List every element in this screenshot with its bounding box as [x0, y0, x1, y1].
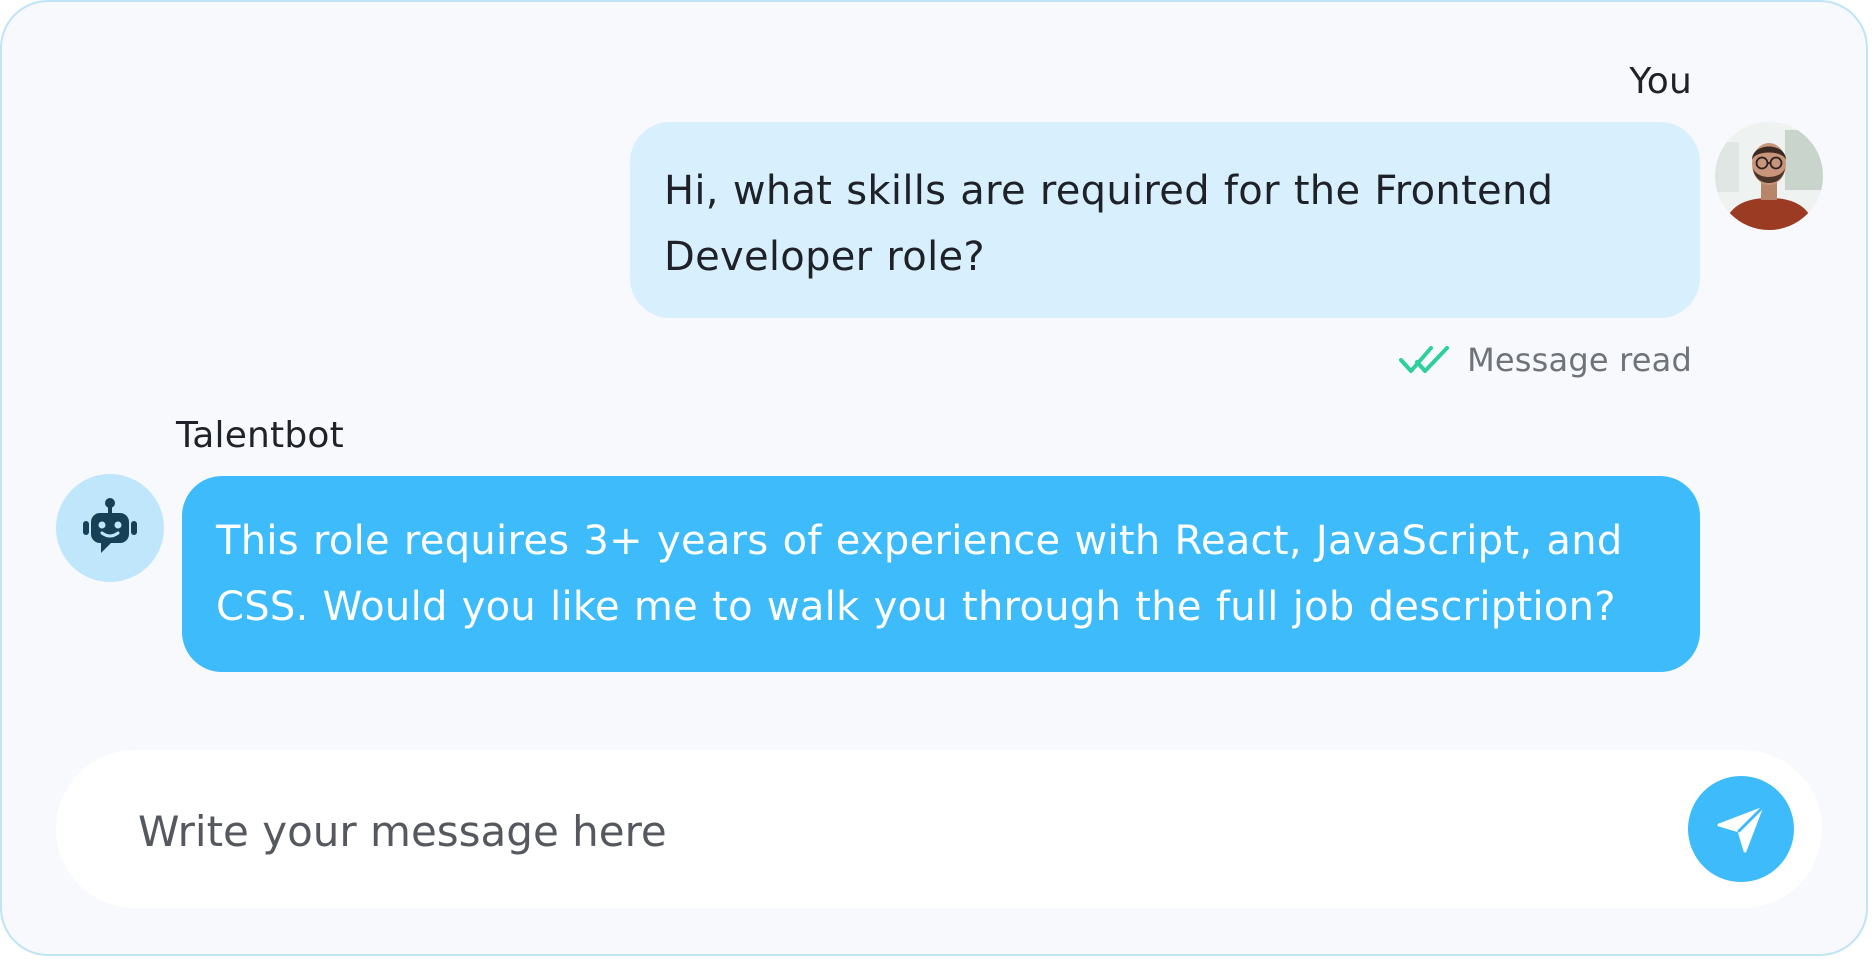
message-input[interactable]	[136, 790, 1640, 872]
bot-message-bubble: This role requires 3+ years of experienc…	[182, 476, 1700, 672]
message-composer	[56, 750, 1822, 908]
user-avatar[interactable]	[1715, 122, 1823, 230]
user-message-bubble: Hi, what skills are required for the Fro…	[630, 122, 1700, 318]
double-check-icon	[1399, 344, 1451, 376]
send-button[interactable]	[1688, 776, 1794, 882]
send-icon	[1713, 801, 1769, 857]
message-read-status: Message read	[1467, 341, 1692, 379]
bot-avatar	[56, 474, 164, 582]
message-sender-name: You	[1629, 61, 1692, 102]
robot-icon	[79, 497, 141, 559]
message-sender-name: Talentbot	[176, 415, 344, 456]
read-receipt: Message read	[1399, 336, 1692, 384]
chat-window: You Hi, what skills are required for the…	[0, 0, 1868, 956]
